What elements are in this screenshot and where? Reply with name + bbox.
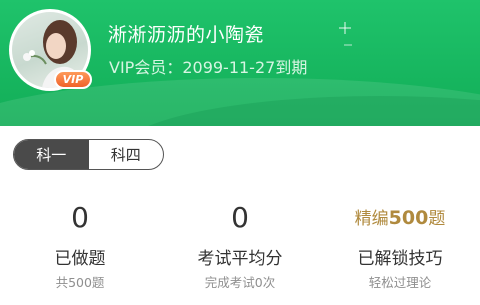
stat-average-label: 考试平均分 [197,249,283,269]
vip-expiry: 2099-11-27到期 [182,58,308,77]
stat-average-sub: 完成考试0次 [204,275,276,290]
tips-promo-prefix: 精编 [354,209,389,229]
stat-tips-label: 已解锁技巧 [357,249,443,269]
tips-promo: 精编500题 [320,200,480,236]
header-decoration-icon [344,44,352,46]
stat-done-value: 0 [71,201,89,234]
stat-done-sub: 共500题 [55,275,105,290]
tab-subject-1[interactable]: 科一 [14,140,89,169]
stat-average-score[interactable]: 0 考试平均分 完成考试0次 [160,200,320,292]
stat-questions-done[interactable]: 0 已做题 共500题 [0,200,160,292]
vip-status: VIP会员：2099-11-27到期 [109,54,307,78]
profile-header: VIP 淅淅沥沥的小陶瓷 VIP会员：2099-11-27到期 [0,0,480,126]
vip-label: VIP会员： [109,58,183,77]
stat-tips-sub: 轻松过理论 [368,275,432,290]
tips-promo-number: 500 [388,207,429,229]
stat-average-value: 0 [231,201,249,234]
vip-badge: VIP [54,70,92,89]
tab-subject-4[interactable]: 科四 [89,140,164,169]
header-decoration-icon [339,22,351,34]
stat-done-label: 已做题 [54,249,106,269]
username: 淅淅沥沥的小陶瓷 [108,24,265,46]
subject-segmented-control: 科一 科四 [13,139,164,170]
tips-promo-suffix: 题 [428,209,446,229]
stat-unlocked-tips[interactable]: 精编500题 已解锁技巧 轻松过理论 [320,200,480,292]
